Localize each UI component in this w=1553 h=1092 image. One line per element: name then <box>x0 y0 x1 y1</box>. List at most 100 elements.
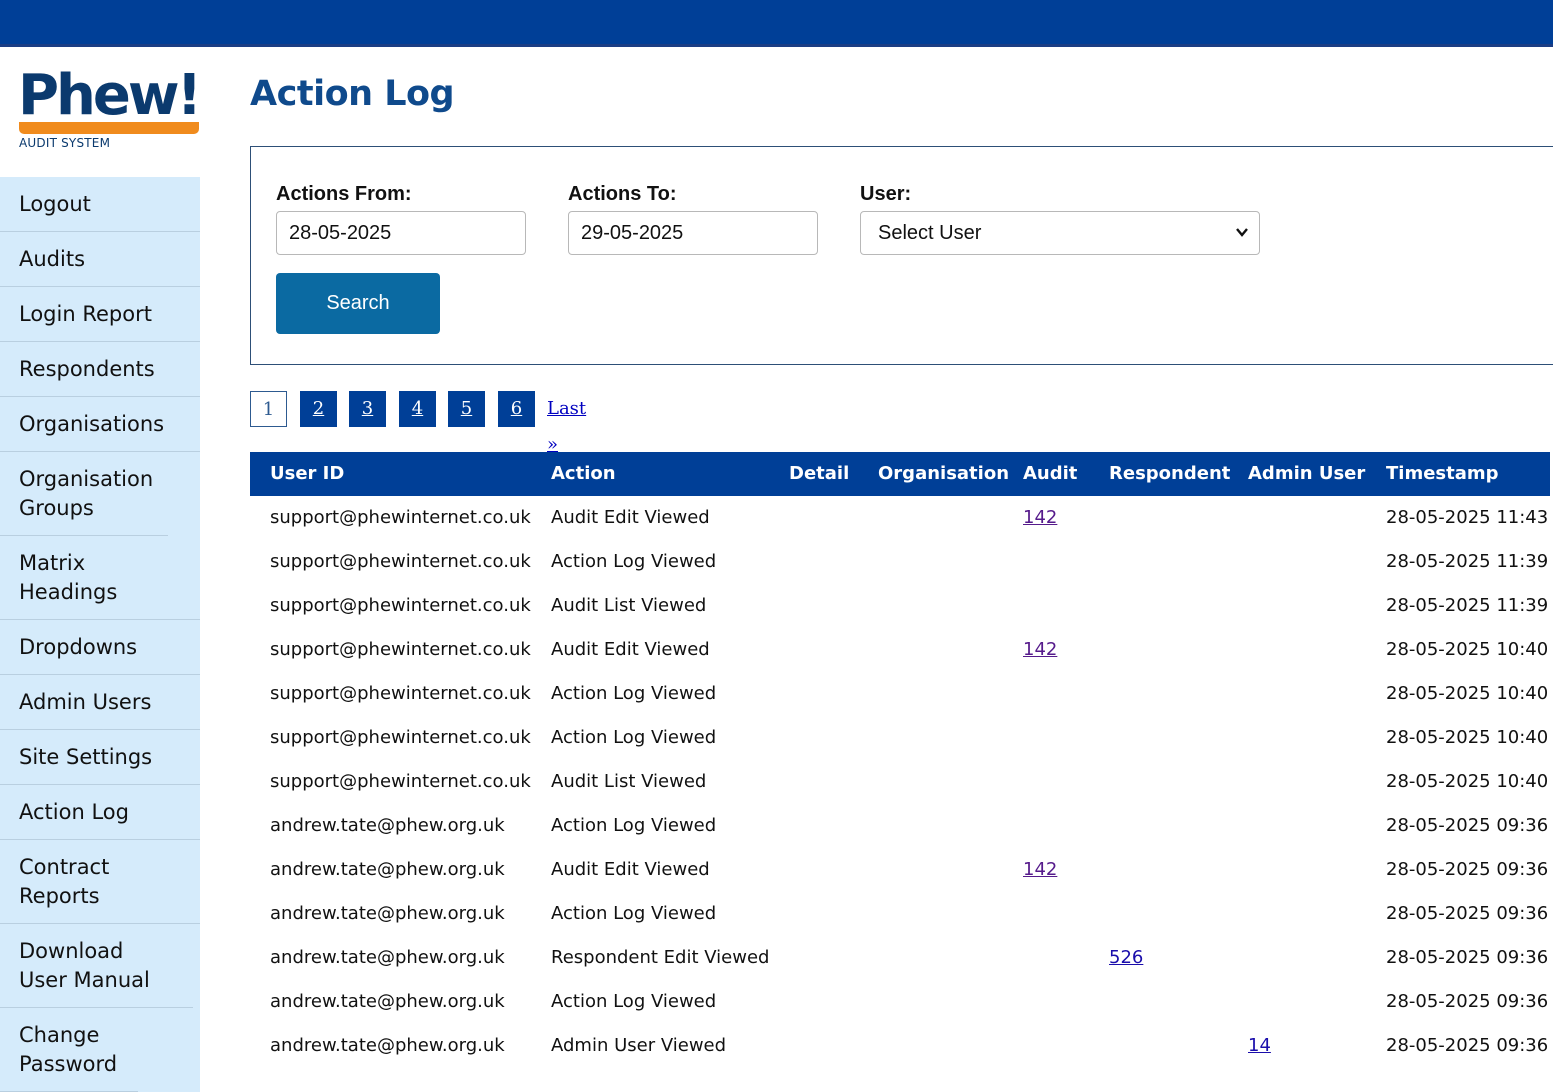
cell-action: Action Log Viewed <box>551 991 717 1012</box>
cell-user-id: support@phewinternet.co.uk <box>270 595 531 616</box>
cell-timestamp: 28-05-2025 11:43 <box>1386 507 1549 528</box>
table-row: andrew.tate@phew.org.uk Action Log Viewed… <box>250 892 1550 936</box>
audit-link[interactable]: 142 <box>1023 859 1057 880</box>
sidebar-item-audits[interactable]: Audits <box>0 232 200 287</box>
sidebar-item-matrix-headings[interactable]: Matrix Headings <box>0 536 200 620</box>
cell-user-id: support@phewinternet.co.uk <box>270 683 531 704</box>
cell-action: Action Log Viewed <box>551 903 717 924</box>
sidebar-item-admin-users[interactable]: Admin Users <box>0 675 200 730</box>
filter-panel: Actions From: 28-05-2025 Actions To: 29-… <box>250 146 1553 365</box>
sidebar-item-respondents[interactable]: Respondents <box>0 342 200 397</box>
logo-underline <box>19 122 199 134</box>
cell-respondent: 526 <box>1109 936 1143 980</box>
sidebar-item-action-log[interactable]: Action Log <box>0 785 200 840</box>
cell-user-id: andrew.tate@phew.org.uk <box>270 903 505 924</box>
search-button[interactable]: Search <box>276 273 440 334</box>
table-body: support@phewinternet.co.uk Audit Edit Vie… <box>250 496 1550 1068</box>
cell-user-id: andrew.tate@phew.org.uk <box>270 1035 505 1056</box>
table-row: support@phewinternet.co.uk Audit Edit Vie… <box>250 628 1550 672</box>
page-link[interactable]: 3 <box>349 391 386 427</box>
sidebar-item-dropdowns[interactable]: Dropdowns <box>0 620 200 675</box>
cell-audit: 142 <box>1023 496 1057 540</box>
logo-wordmark: Phew! <box>18 63 202 128</box>
page-link[interactable]: 2 <box>300 391 337 427</box>
actions-to-input[interactable]: 29-05-2025 <box>568 211 818 255</box>
audit-link[interactable]: 142 <box>1023 639 1057 660</box>
user-select[interactable]: Select User <box>860 211 1260 255</box>
cell-action: Action Log Viewed <box>551 727 717 748</box>
table-row: support@phewinternet.co.uk Audit List Vie… <box>250 760 1550 804</box>
cell-user-id: andrew.tate@phew.org.uk <box>270 815 505 836</box>
user-select-value: Select User <box>878 222 982 244</box>
cell-action: Action Log Viewed <box>551 683 717 704</box>
col-header-user-id[interactable]: User ID <box>270 452 344 496</box>
actions-from-label: Actions From: <box>276 183 412 205</box>
cell-admin-user: 14 <box>1248 1024 1271 1068</box>
sidebar-item-logout[interactable]: Logout <box>0 177 200 232</box>
phew-logo[interactable]: Phew! AUDIT SYSTEM <box>18 64 202 152</box>
cell-user-id: support@phewinternet.co.uk <box>270 771 531 792</box>
table-row: andrew.tate@phew.org.uk Action Log Viewed… <box>250 980 1550 1024</box>
cell-audit: 142 <box>1023 628 1057 672</box>
cell-timestamp: 28-05-2025 11:39 <box>1386 595 1549 616</box>
cell-action: Audit Edit Viewed <box>551 507 710 528</box>
page-link[interactable]: 6 <box>498 391 535 427</box>
admin-user-link[interactable]: 14 <box>1248 1035 1271 1056</box>
sidebar-item-login-report[interactable]: Login Report <box>0 287 200 342</box>
actions-from-input[interactable]: 28-05-2025 <box>276 211 526 255</box>
cell-timestamp: 28-05-2025 09:36 <box>1386 859 1549 880</box>
page-title: Action Log <box>250 74 455 114</box>
sidebar-item-contract-reports[interactable]: Contract Reports <box>0 840 200 924</box>
col-header-detail[interactable]: Detail <box>789 452 849 496</box>
cell-action: Action Log Viewed <box>551 815 717 836</box>
col-header-action[interactable]: Action <box>551 452 616 496</box>
col-header-admin-user[interactable]: Admin User <box>1248 452 1365 496</box>
actions-to-label: Actions To: <box>568 183 677 205</box>
cell-user-id: support@phewinternet.co.uk <box>270 639 531 660</box>
sidebar-nav: Logout Audits Login Report Respondents O… <box>0 177 200 1092</box>
cell-action: Action Log Viewed <box>551 551 717 572</box>
cell-timestamp: 28-05-2025 09:36 <box>1386 1035 1549 1056</box>
respondent-link[interactable]: 526 <box>1109 947 1143 968</box>
cell-action: Audit List Viewed <box>551 771 707 792</box>
table-row: andrew.tate@phew.org.uk Admin User Viewed… <box>250 1024 1550 1068</box>
sidebar-item-site-settings[interactable]: Site Settings <box>0 730 200 785</box>
chevron-down-icon <box>1235 212 1249 271</box>
table-row: support@phewinternet.co.uk Audit Edit Vie… <box>250 496 1550 540</box>
table-row: andrew.tate@phew.org.uk Respondent Edit V… <box>250 936 1550 980</box>
cell-user-id: support@phewinternet.co.uk <box>270 727 531 748</box>
col-header-organisation[interactable]: Organisation <box>878 452 1009 496</box>
cell-user-id: andrew.tate@phew.org.uk <box>270 991 505 1012</box>
table-row: andrew.tate@phew.org.uk Audit Edit Viewed… <box>250 848 1550 892</box>
cell-action: Admin User Viewed <box>551 1035 727 1056</box>
table-header: User ID Action Detail Organisation Audit… <box>250 452 1550 528</box>
cell-action: Audit Edit Viewed <box>551 639 710 660</box>
table-row: support@phewinternet.co.uk Audit List Vie… <box>250 584 1550 628</box>
page-current: 1 <box>250 391 287 427</box>
audit-link[interactable]: 142 <box>1023 507 1057 528</box>
logo-subtitle: AUDIT SYSTEM <box>19 136 111 150</box>
table-row: andrew.tate@phew.org.uk Action Log Viewed… <box>250 804 1550 848</box>
cell-timestamp: 28-05-2025 11:39 <box>1386 551 1549 572</box>
sidebar-item-download-user-manual[interactable]: Download User Manual <box>0 924 193 1008</box>
cell-user-id: andrew.tate@phew.org.uk <box>270 947 505 968</box>
cell-action: Audit List Viewed <box>551 595 707 616</box>
action-log-table: User ID Action Detail Organisation Audit… <box>250 452 1550 1068</box>
cell-user-id: support@phewinternet.co.uk <box>270 551 531 572</box>
top-bar <box>0 0 1553 47</box>
sidebar-item-change-password[interactable]: Change Password <box>0 1008 138 1092</box>
page-link[interactable]: 5 <box>448 391 485 427</box>
cell-timestamp: 28-05-2025 09:36 <box>1386 991 1549 1012</box>
cell-timestamp: 28-05-2025 10:40 <box>1386 771 1549 792</box>
cell-audit: 142 <box>1023 848 1057 892</box>
table-row: support@phewinternet.co.uk Action Log Vie… <box>250 716 1550 760</box>
sidebar-item-organisations[interactable]: Organisations <box>0 397 200 452</box>
sidebar-item-organisation-groups[interactable]: Organisation Groups <box>0 452 168 536</box>
col-header-respondent[interactable]: Respondent <box>1109 452 1230 496</box>
cell-timestamp: 28-05-2025 09:36 <box>1386 903 1549 924</box>
col-header-audit[interactable]: Audit <box>1023 452 1077 496</box>
cell-user-id: support@phewinternet.co.uk <box>270 507 531 528</box>
cell-timestamp: 28-05-2025 09:36 <box>1386 815 1549 836</box>
page-link[interactable]: 4 <box>399 391 436 427</box>
cell-action: Respondent Edit Viewed <box>551 947 770 968</box>
